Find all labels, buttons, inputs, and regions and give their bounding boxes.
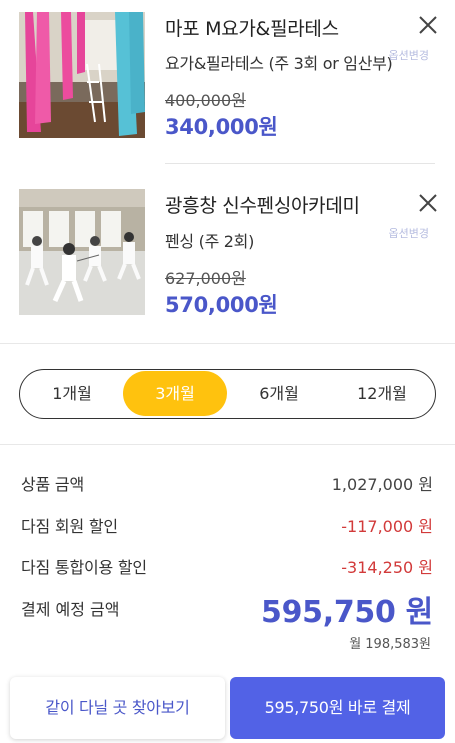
item-name: 마포 M요가&필라테스	[165, 18, 339, 40]
section-divider	[0, 343, 455, 344]
fencing-photo	[19, 189, 145, 315]
period-option-1m[interactable]: 1개월	[20, 371, 124, 416]
remove-item-button[interactable]	[417, 192, 439, 214]
period-selector: 1개월 3개월 6개월 12개월	[19, 369, 436, 419]
summary-row-combined-discount: 다짐 통합이용 할인 -314,250 원	[21, 554, 435, 577]
sale-price: 340,000원	[165, 115, 278, 139]
summary-label: 다짐 통합이용 할인	[21, 558, 147, 577]
item-divider	[165, 163, 435, 164]
item-name: 광흥창 신수펜싱아카데미	[165, 195, 360, 217]
original-price: 627,000원	[165, 269, 246, 288]
period-option-3m[interactable]: 3개월	[123, 371, 227, 416]
item-option: 펜싱 (주 2회)	[165, 232, 255, 251]
item-option: 요가&필라테스 (주 3회 or 임산부)	[165, 54, 393, 73]
summary-label: 상품 금액	[21, 475, 84, 494]
change-option-link[interactable]: 옵션변경	[389, 47, 429, 63]
original-price: 400,000원	[165, 91, 246, 110]
summary-value: 1,027,000 원	[331, 475, 433, 494]
studio-photo	[19, 12, 145, 138]
summary-value: -117,000 원	[341, 517, 433, 536]
remove-item-button[interactable]	[417, 14, 439, 36]
total-label: 결제 예정 금액	[21, 600, 120, 619]
period-option-12m[interactable]: 12개월	[330, 371, 434, 416]
change-option-link[interactable]: 옵션변경	[389, 225, 429, 241]
summary-value: -314,250 원	[341, 558, 433, 577]
summary-row-product-price: 상품 금액 1,027,000 원	[21, 471, 435, 494]
summary-row-member-discount: 다짐 회원 할인 -117,000 원	[21, 513, 435, 536]
close-icon	[419, 16, 437, 34]
summary-label: 다짐 회원 할인	[21, 517, 118, 536]
section-divider	[0, 444, 455, 445]
sale-price: 570,000원	[165, 293, 278, 317]
monthly-amount: 월 198,583원	[349, 637, 431, 652]
total-amount: 595,750 원	[261, 595, 433, 630]
pay-now-button[interactable]: 595,750원 바로 결제	[230, 677, 445, 739]
close-icon	[419, 194, 437, 212]
period-option-6m[interactable]: 6개월	[227, 371, 331, 416]
browse-together-button[interactable]: 같이 다닐 곳 찾아보기	[10, 677, 225, 739]
